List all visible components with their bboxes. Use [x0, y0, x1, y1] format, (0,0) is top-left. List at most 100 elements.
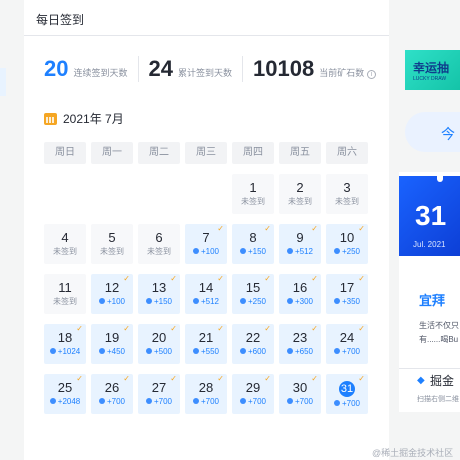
ore-coin-icon	[239, 248, 246, 254]
signed-check-icon: ✓	[170, 274, 177, 283]
calendar-day[interactable]: 30 ✓ +700	[279, 374, 321, 414]
signed-check-icon: ✓	[123, 274, 130, 283]
calendar-day[interactable]: 13 ✓ +150	[138, 274, 180, 314]
weekday-header: 周日 周一 周二 周三 周四 周五 周六	[44, 142, 368, 164]
calendar-day[interactable]: 9 ✓ +512	[279, 224, 321, 264]
calendar-day[interactable]: 1 未签到	[232, 174, 274, 214]
calendar-day[interactable]: 28 ✓ +700	[185, 374, 227, 414]
calendar-day[interactable]: 22 ✓ +600	[232, 324, 274, 364]
calendar-day[interactable]: 17 ✓ +350	[326, 274, 368, 314]
today-day-number: 31	[339, 381, 355, 397]
day-status: +512	[279, 247, 321, 257]
calendar-day[interactable]: 18 ✓ +1024	[44, 324, 86, 364]
signed-check-icon: ✓	[311, 324, 318, 333]
calendar-icon	[44, 112, 57, 125]
calendar-day[interactable]: 21 ✓ +550	[185, 324, 227, 364]
calendar-day[interactable]: 11 未签到	[44, 274, 86, 314]
ore-coin-icon	[333, 348, 340, 354]
day-reward: +512	[200, 297, 220, 306]
ore-coin-icon	[239, 348, 246, 354]
calendar-day[interactable]: 2 未签到	[279, 174, 321, 214]
day-status: +150	[232, 247, 274, 257]
day-reward: +700	[341, 347, 361, 356]
day-reward: +1024	[57, 347, 81, 356]
calendar-day[interactable]: 19 ✓ +450	[91, 324, 133, 364]
lucky-draw-title: 幸运抽	[413, 61, 450, 75]
day-reward: +450	[106, 347, 126, 356]
calendar-day[interactable]: 23 ✓ +650	[279, 324, 321, 364]
empty-cell	[91, 174, 133, 214]
day-reward: +700	[106, 397, 126, 406]
weekday-label: 周一	[91, 142, 133, 164]
day-status: +700	[185, 397, 227, 407]
calendar-day[interactable]: 14 ✓ +512	[185, 274, 227, 314]
day-reward: +700	[247, 397, 267, 406]
calendar-day[interactable]: 25 ✓ +2048	[44, 374, 86, 414]
ore-coin-icon	[192, 348, 199, 354]
stats-row: 20 连续签到天数 24 累计签到天数 10108 当前矿石数 i	[44, 52, 377, 86]
calendar-day[interactable]: 31 ✓ +700	[326, 374, 368, 414]
calendar-day[interactable]: 27 ✓ +700	[138, 374, 180, 414]
promo-day-number: 31	[415, 200, 447, 231]
day-reward: +700	[341, 399, 361, 408]
today-sign-in-button[interactable]: 今	[405, 112, 460, 152]
day-status: +700	[326, 399, 368, 409]
day-status: +350	[326, 297, 368, 307]
calendar-day[interactable]: 26 ✓ +700	[91, 374, 133, 414]
calendar-day[interactable]: 16 ✓ +300	[279, 274, 321, 314]
ore-coin-icon	[239, 398, 246, 404]
day-reward: +100	[106, 297, 126, 306]
ore-coin-icon	[145, 348, 152, 354]
juejin-logo-icon: ◆	[417, 374, 425, 386]
calendar-day[interactable]: 6 未签到	[138, 224, 180, 264]
ore-coin-icon	[98, 348, 105, 354]
day-status: 未签到	[53, 247, 77, 256]
weekday-label: 周日	[44, 142, 86, 164]
ore-coin-icon	[145, 398, 152, 404]
day-status: +500	[138, 347, 180, 357]
ore-coin-icon	[98, 298, 105, 304]
today-sign-in-label: 今	[441, 126, 455, 142]
day-status: +600	[232, 347, 274, 357]
day-reward: +150	[153, 297, 173, 306]
ore-coin-icon	[49, 398, 56, 404]
info-icon[interactable]: i	[367, 70, 377, 79]
signed-check-icon: ✓	[76, 324, 83, 333]
day-status: +250	[326, 247, 368, 257]
calendar-day[interactable]: 8 ✓ +150	[232, 224, 274, 264]
stat-ore-count-label: 当前矿石数	[319, 68, 365, 78]
day-status: +700	[232, 397, 274, 407]
right-sidebar: 幸运抽 LUCKY DRAW 今 31 Jul. 2021 宜拜 生活不仅只 有…	[395, 0, 460, 460]
weekday-label: 周四	[232, 142, 274, 164]
day-status: +700	[326, 347, 368, 357]
day-number: 6	[155, 230, 163, 245]
signed-check-icon: ✓	[358, 274, 365, 283]
weekday-label: 周六	[326, 142, 368, 164]
day-number: 4	[61, 230, 69, 245]
lucky-draw-banner[interactable]: 幸运抽 LUCKY DRAW	[405, 50, 460, 90]
day-status: +700	[91, 397, 133, 407]
brand: ◆ 掘金	[417, 372, 454, 389]
day-reward: +512	[294, 247, 314, 256]
promo-date-text: Jul. 2021	[413, 240, 446, 249]
signed-check-icon: ✓	[358, 374, 365, 383]
day-status: +700	[279, 397, 321, 407]
calendar-day[interactable]: 5 未签到	[91, 224, 133, 264]
calendar-day[interactable]: 10 ✓ +250	[326, 224, 368, 264]
ore-coin-icon	[192, 398, 199, 404]
calendar-day[interactable]: 24 ✓ +700	[326, 324, 368, 364]
watermark: @稀土掘金技术社区	[372, 448, 454, 458]
day-status: +100	[91, 297, 133, 307]
calendar-day[interactable]: 29 ✓ +700	[232, 374, 274, 414]
day-number: 11	[58, 280, 72, 295]
day-reward: +650	[294, 347, 314, 356]
signed-check-icon: ✓	[170, 324, 177, 333]
calendar-day[interactable]: 15 ✓ +250	[232, 274, 274, 314]
signed-check-icon: ✓	[76, 374, 83, 383]
calendar-day[interactable]: 4 未签到	[44, 224, 86, 264]
day-status: 未签到	[100, 247, 124, 256]
calendar-day[interactable]: 12 ✓ +100	[91, 274, 133, 314]
calendar-day[interactable]: 3 未签到	[326, 174, 368, 214]
calendar-day[interactable]: 7 ✓ +100	[185, 224, 227, 264]
calendar-day[interactable]: 20 ✓ +500	[138, 324, 180, 364]
